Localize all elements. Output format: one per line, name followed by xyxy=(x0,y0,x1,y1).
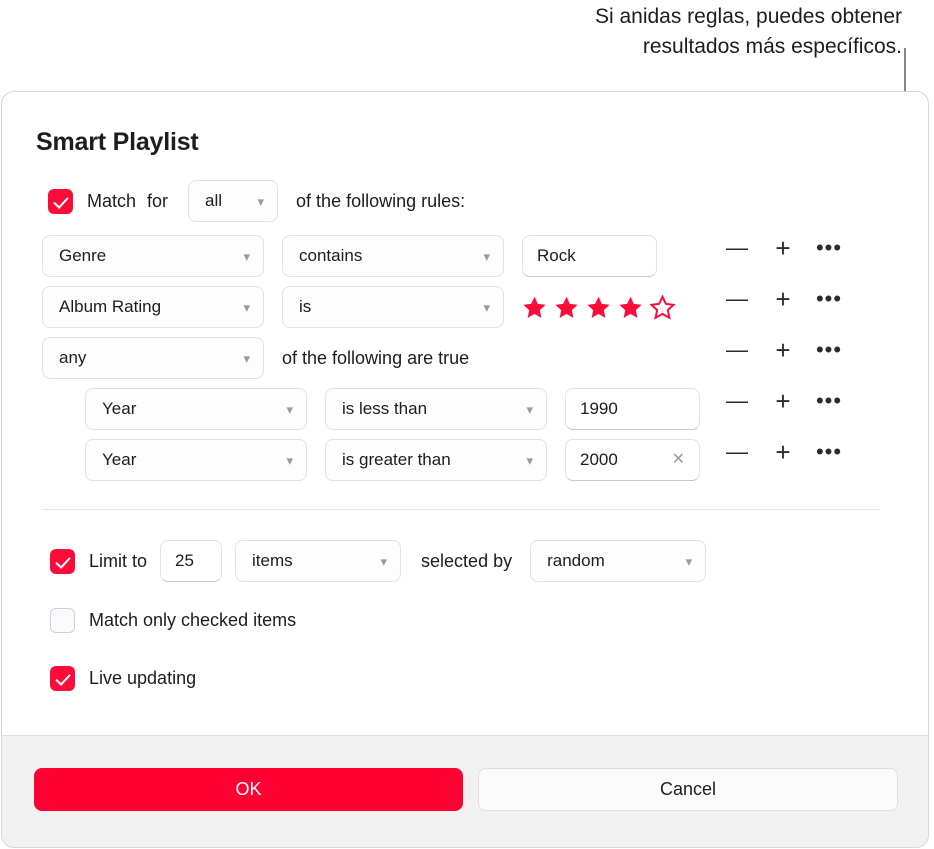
live-updating-row: Live updating xyxy=(50,666,196,691)
rule-field-value: Album Rating xyxy=(59,297,162,316)
rule-field-value: Genre xyxy=(59,246,107,265)
chevron-down-icon: ▾ xyxy=(685,553,693,569)
chevron-down-icon: ▾ xyxy=(380,553,388,569)
remove-rule-button[interactable]: — xyxy=(714,237,760,259)
limit-label: Limit to xyxy=(89,550,148,571)
rule-field-value: Year xyxy=(102,399,137,418)
rule-operator-value: is xyxy=(299,297,312,316)
star-empty-icon[interactable] xyxy=(650,294,675,320)
rule-actions: — + ••• xyxy=(714,439,852,465)
rule-field-value: Year xyxy=(102,450,137,469)
match-label: Match xyxy=(87,190,137,211)
limit-order-value: random xyxy=(547,551,605,570)
star-filled-icon[interactable] xyxy=(586,295,611,320)
add-rule-button[interactable]: + xyxy=(760,286,806,312)
rule-group-value: any xyxy=(59,348,87,367)
chevron-down-icon: ▾ xyxy=(483,248,490,264)
match-checkbox[interactable] xyxy=(48,188,73,214)
remove-rule-button[interactable]: — xyxy=(714,441,760,463)
rule-value-text: 2000 xyxy=(580,450,618,469)
chevron-down-icon: ▾ xyxy=(243,299,250,315)
rule-value-text: 1990 xyxy=(580,399,618,418)
match-only-checked-row: Match only checked items xyxy=(50,608,296,633)
limit-count-input[interactable]: 25 xyxy=(160,540,223,582)
rule-field-select[interactable]: Year ▾ xyxy=(85,388,307,430)
limit-row: Limit to 25 items ▾ selected by random ▾ xyxy=(50,540,707,582)
add-rule-button[interactable]: + xyxy=(760,235,806,261)
rule-operator-value: is less than xyxy=(342,399,428,418)
chevron-down-icon: ▾ xyxy=(526,401,533,417)
chevron-down-icon: ▾ xyxy=(243,248,250,264)
limit-order-select[interactable]: random ▾ xyxy=(530,540,707,582)
rule-actions: — + ••• xyxy=(714,235,852,261)
live-updating-checkbox[interactable] xyxy=(50,666,75,691)
add-rule-button[interactable]: + xyxy=(760,337,806,363)
chevron-down-icon: ▾ xyxy=(483,299,490,315)
callout-annotation-text: Si anidas reglas, puedes obtener resulta… xyxy=(594,5,902,58)
star-filled-icon[interactable] xyxy=(618,295,643,320)
chevron-down-icon: ▾ xyxy=(243,350,250,366)
limit-unit-select[interactable]: items ▾ xyxy=(235,540,402,582)
rule-operator-select[interactable]: is less than ▾ xyxy=(325,388,547,430)
match-scope-select[interactable]: all ▾ xyxy=(188,180,279,222)
live-updating-label: Live updating xyxy=(89,668,197,688)
limit-count-value: 25 xyxy=(175,551,194,570)
chevron-down-icon: ▾ xyxy=(257,193,265,209)
rule-actions: — + ••• xyxy=(714,337,852,363)
page-title: Smart Playlist xyxy=(36,128,199,156)
star-rating-input[interactable] xyxy=(522,294,675,320)
rule-value-input[interactable]: 1990 xyxy=(565,388,700,430)
star-filled-icon[interactable] xyxy=(522,295,547,320)
rule-operator-value: contains xyxy=(299,246,363,265)
rule-operator-value: is greater than xyxy=(342,450,451,469)
rule-group-label: of the following are true xyxy=(282,347,470,368)
more-options-button[interactable]: ••• xyxy=(806,288,852,310)
more-options-button[interactable]: ••• xyxy=(806,339,852,361)
remove-rule-button[interactable]: — xyxy=(714,288,760,310)
star-filled-icon[interactable] xyxy=(554,295,579,320)
chevron-down-icon: ▾ xyxy=(526,452,533,468)
rule-actions: — + ••• xyxy=(714,388,852,414)
add-rule-button[interactable]: + xyxy=(760,388,806,414)
rule-value-input[interactable]: 2000 ✕ xyxy=(565,439,700,481)
match-row: Match for all ▾ of the following rules: xyxy=(48,180,465,222)
limit-unit-value: items xyxy=(252,551,293,570)
rule-field-select[interactable]: Year ▾ xyxy=(85,439,307,481)
chevron-down-icon: ▾ xyxy=(286,401,293,417)
more-options-button[interactable]: ••• xyxy=(806,390,852,412)
rule-operator-select[interactable]: is ▾ xyxy=(282,286,504,328)
cancel-button[interactable]: Cancel xyxy=(478,768,898,811)
section-divider xyxy=(42,509,880,510)
add-rule-button[interactable]: + xyxy=(760,439,806,465)
rule-operator-select[interactable]: contains ▾ xyxy=(282,235,504,277)
chevron-down-icon: ▾ xyxy=(286,452,293,468)
more-options-button[interactable]: ••• xyxy=(806,237,852,259)
match-tail-label: of the following rules: xyxy=(296,190,466,211)
rule-value-input[interactable]: Rock xyxy=(522,235,657,277)
limit-checkbox[interactable] xyxy=(50,548,75,574)
clear-icon[interactable]: ✕ xyxy=(672,452,685,468)
remove-rule-button[interactable]: — xyxy=(714,390,760,412)
match-for-label: for xyxy=(147,190,169,211)
smart-playlist-dialog: Smart Playlist Match for all ▾ of the fo… xyxy=(1,91,929,848)
more-options-button[interactable]: ••• xyxy=(806,441,852,463)
rule-value-text: Rock xyxy=(537,246,576,265)
dialog-footer: OK Cancel xyxy=(2,735,928,847)
match-scope-value: all xyxy=(205,191,223,210)
remove-rule-button[interactable]: — xyxy=(714,339,760,361)
rule-field-select[interactable]: Genre ▾ xyxy=(42,235,264,277)
match-only-checked-label: Match only checked items xyxy=(89,610,297,630)
selected-by-label: selected by xyxy=(421,550,513,571)
match-only-checked-checkbox[interactable] xyxy=(50,608,75,633)
rule-actions: — + ••• xyxy=(714,286,852,312)
rule-operator-select[interactable]: is greater than ▾ xyxy=(325,439,547,481)
rule-group-select[interactable]: any ▾ xyxy=(42,337,264,379)
ok-button[interactable]: OK xyxy=(34,768,463,811)
rule-field-select[interactable]: Album Rating ▾ xyxy=(42,286,264,328)
dialog-body: Smart Playlist Match for all ▾ of the fo… xyxy=(2,92,928,738)
